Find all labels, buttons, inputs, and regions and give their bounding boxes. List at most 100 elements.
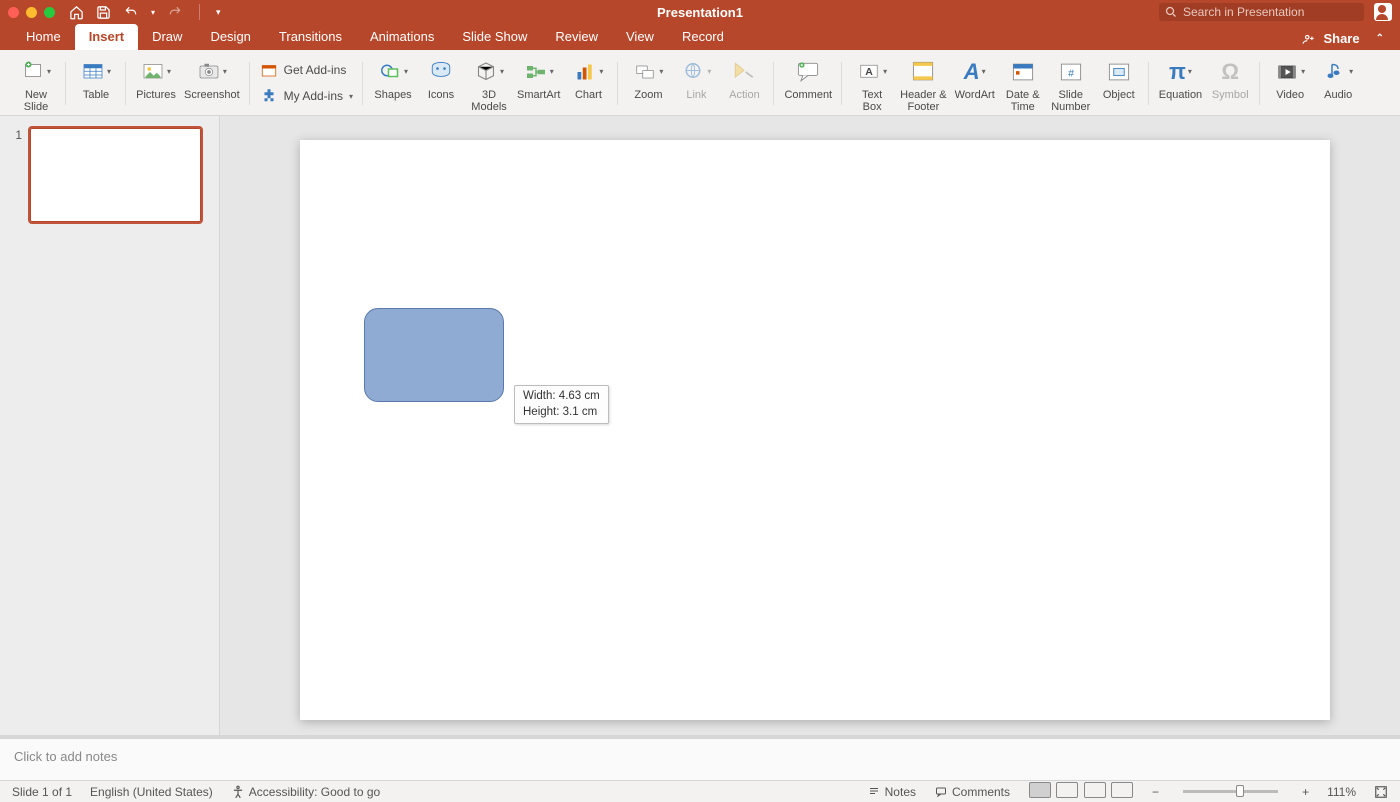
equation-button[interactable]: π▾ Equation bbox=[1155, 56, 1206, 103]
svg-text:A: A bbox=[865, 67, 873, 78]
smartart-label: SmartArt bbox=[517, 89, 560, 101]
tab-home[interactable]: Home bbox=[12, 24, 75, 50]
tab-transitions[interactable]: Transitions bbox=[265, 24, 356, 50]
link-button: ▾ Link bbox=[672, 56, 720, 103]
close-window-button[interactable] bbox=[8, 7, 19, 18]
slide-canvas-area[interactable]: Width: 4.63 cm Height: 3.1 cm bbox=[220, 116, 1400, 735]
tab-record[interactable]: Record bbox=[668, 24, 738, 50]
tooltip-width-label: Width: bbox=[523, 390, 559, 402]
header-footer-button[interactable]: Header & Footer bbox=[896, 56, 950, 115]
icons-button[interactable]: Icons bbox=[417, 56, 465, 103]
maximize-window-button[interactable] bbox=[44, 7, 55, 18]
new-slide-button[interactable]: ▾ New Slide bbox=[12, 56, 60, 115]
date-time-button[interactable]: Date & Time bbox=[999, 56, 1047, 115]
zoom-slider[interactable] bbox=[1183, 790, 1278, 793]
svg-text:#: # bbox=[1068, 67, 1074, 79]
document-title: Presentation1 bbox=[657, 5, 743, 20]
status-accessibility[interactable]: Accessibility: Good to go bbox=[231, 785, 380, 799]
zoom-level[interactable]: 111% bbox=[1327, 785, 1356, 799]
tab-insert[interactable]: Insert bbox=[75, 24, 138, 50]
slide-canvas[interactable]: Width: 4.63 cm Height: 3.1 cm bbox=[300, 140, 1330, 720]
slide-sorter-view-button[interactable] bbox=[1056, 782, 1078, 798]
table-button[interactable]: ▾ Table bbox=[72, 56, 120, 103]
symbol-button: Ω Symbol bbox=[1206, 56, 1254, 103]
zoom-out-button[interactable]: − bbox=[1152, 785, 1159, 799]
screenshot-label: Screenshot bbox=[184, 89, 240, 101]
reading-view-button[interactable] bbox=[1084, 782, 1106, 798]
header-footer-label: Header & Footer bbox=[900, 89, 946, 113]
share-button[interactable]: Share ⌃ bbox=[1301, 31, 1388, 50]
qat-customize-icon[interactable]: ▾ bbox=[216, 7, 221, 18]
tab-review[interactable]: Review bbox=[541, 24, 612, 50]
accessibility-icon bbox=[231, 785, 245, 799]
action-label: Action bbox=[729, 89, 760, 101]
audio-label: Audio bbox=[1324, 89, 1352, 101]
symbol-label: Symbol bbox=[1212, 89, 1249, 101]
video-button[interactable]: ▾ Video bbox=[1266, 56, 1314, 103]
slide-thumbnail-1[interactable] bbox=[28, 126, 203, 224]
audio-button[interactable]: ▾ Audio bbox=[1314, 56, 1362, 103]
video-label: Video bbox=[1276, 89, 1304, 101]
shapes-label: Shapes bbox=[374, 89, 411, 101]
search-icon bbox=[1165, 6, 1177, 18]
screenshot-button[interactable]: ▾ Screenshot bbox=[180, 56, 244, 103]
my-addins-button[interactable]: My Add-ins ▾ bbox=[256, 86, 357, 106]
zoom-button[interactable]: ▾ Zoom bbox=[624, 56, 672, 103]
slide-thumbnail-panel[interactable]: 1 bbox=[0, 116, 220, 735]
workspace: 1 Width: 4.63 cm Height: 3.1 cm bbox=[0, 116, 1400, 735]
undo-icon[interactable] bbox=[123, 5, 139, 19]
rounded-rectangle-shape[interactable] bbox=[364, 308, 504, 402]
notes-toggle-button[interactable]: Notes bbox=[867, 785, 916, 799]
comments-icon bbox=[934, 786, 948, 798]
account-avatar-icon[interactable] bbox=[1374, 3, 1392, 21]
tooltip-height-value: 3.1 cm bbox=[563, 406, 598, 418]
minimize-window-button[interactable] bbox=[26, 7, 37, 18]
tab-animations[interactable]: Animations bbox=[356, 24, 448, 50]
comment-button[interactable]: Comment bbox=[780, 56, 836, 103]
save-icon[interactable] bbox=[96, 5, 111, 20]
text-box-button[interactable]: A▾ Text Box bbox=[848, 56, 896, 115]
status-slide-indicator[interactable]: Slide 1 of 1 bbox=[12, 785, 72, 799]
chart-button[interactable]: ▾ Chart bbox=[564, 56, 612, 103]
status-language[interactable]: English (United States) bbox=[90, 785, 213, 799]
comments-toggle-button[interactable]: Comments bbox=[934, 785, 1010, 799]
share-icon bbox=[1301, 32, 1317, 46]
comment-label: Comment bbox=[784, 89, 832, 101]
search-input[interactable] bbox=[1183, 5, 1358, 19]
tab-draw[interactable]: Draw bbox=[138, 24, 196, 50]
object-label: Object bbox=[1103, 89, 1135, 101]
normal-view-button[interactable] bbox=[1029, 782, 1051, 798]
redo-icon[interactable] bbox=[167, 5, 183, 19]
my-addins-label: My Add-ins bbox=[284, 89, 343, 103]
get-addins-label: Get Add-ins bbox=[284, 63, 347, 77]
get-addins-button[interactable]: Get Add-ins bbox=[256, 60, 357, 80]
shapes-button[interactable]: ▾ Shapes bbox=[369, 56, 417, 103]
notes-placeholder: Click to add notes bbox=[14, 749, 117, 764]
tab-design[interactable]: Design bbox=[196, 24, 264, 50]
3d-models-button[interactable]: ▾ 3D Models bbox=[465, 56, 513, 115]
tab-slideshow[interactable]: Slide Show bbox=[448, 24, 541, 50]
status-accessibility-label: Accessibility: Good to go bbox=[249, 785, 380, 799]
smartart-button[interactable]: ▾ SmartArt bbox=[513, 56, 564, 103]
notes-pane[interactable]: Click to add notes bbox=[0, 738, 1400, 780]
text-box-label: Text Box bbox=[862, 89, 882, 113]
wordart-label: WordArt bbox=[955, 89, 995, 101]
undo-dropdown-icon[interactable]: ▾ bbox=[151, 8, 155, 17]
pictures-label: Pictures bbox=[136, 89, 176, 101]
equation-label: Equation bbox=[1159, 89, 1202, 101]
object-button[interactable]: Object bbox=[1095, 56, 1143, 103]
slide-number-button[interactable]: # Slide Number bbox=[1047, 56, 1095, 115]
ribbon-collapse-icon[interactable]: ⌃ bbox=[1376, 33, 1384, 44]
wordart-button[interactable]: A▾ WordArt bbox=[951, 56, 999, 103]
home-icon[interactable] bbox=[69, 5, 84, 20]
notes-toggle-label: Notes bbox=[885, 785, 916, 799]
fit-to-window-button[interactable] bbox=[1374, 785, 1388, 799]
ribbon-tabs: Home Insert Draw Design Transitions Anim… bbox=[0, 24, 1400, 50]
slideshow-view-button[interactable] bbox=[1111, 782, 1133, 798]
tab-view[interactable]: View bbox=[612, 24, 668, 50]
search-box[interactable] bbox=[1159, 3, 1364, 21]
zoom-slider-knob[interactable] bbox=[1236, 785, 1244, 797]
pictures-button[interactable]: ▾ Pictures bbox=[132, 56, 180, 103]
zoom-in-button[interactable]: + bbox=[1302, 785, 1309, 799]
comments-toggle-label: Comments bbox=[952, 785, 1010, 799]
